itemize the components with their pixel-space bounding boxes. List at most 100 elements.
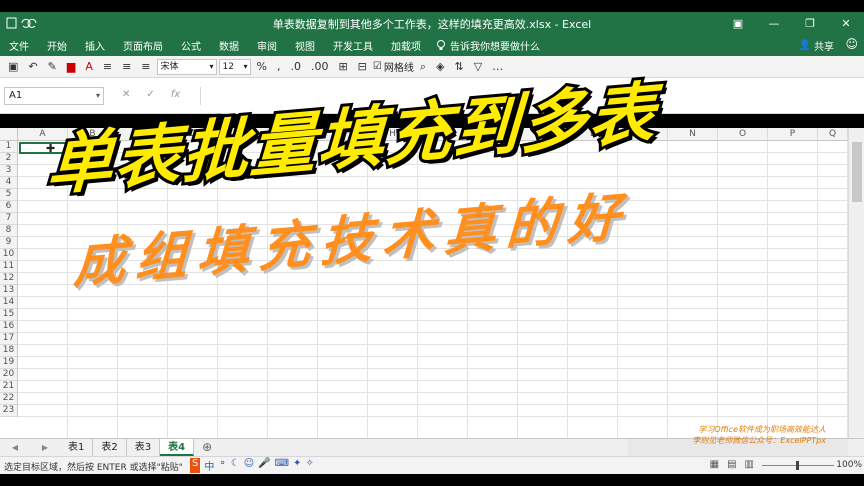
- vertical-scrollbar[interactable]: [848, 128, 864, 438]
- enter-icon[interactable]: ✓: [146, 89, 154, 100]
- gridline-horizontal: [18, 344, 848, 345]
- gridlines-toggle[interactable]: ☑ 网格线: [373, 59, 414, 74]
- borders-icon[interactable]: ⊞: [334, 60, 351, 73]
- sort-icon[interactable]: ⇅: [451, 60, 468, 73]
- sheet-tab-2[interactable]: 表2: [93, 439, 127, 456]
- find-icon[interactable]: ⌕: [416, 60, 430, 74]
- font-size-select[interactable]: 12: [218, 58, 251, 75]
- row-header-17[interactable]: 17: [0, 333, 18, 345]
- ime-emoji-icon: ☺: [243, 458, 255, 469]
- sogou-s-icon: S: [190, 458, 201, 473]
- cancel-icon[interactable]: ✕: [122, 89, 130, 100]
- decrease-decimal-icon[interactable]: .00: [307, 60, 333, 73]
- prev-sheet-icon[interactable]: ◀: [12, 443, 18, 452]
- row-header-6[interactable]: 6: [0, 201, 18, 213]
- row-header-3[interactable]: 3: [0, 165, 18, 177]
- tab-developer[interactable]: 开发工具: [324, 38, 382, 53]
- row-header-20[interactable]: 20: [0, 369, 18, 381]
- letterbox-bottom: [0, 474, 864, 486]
- gridline-horizontal: [18, 296, 848, 297]
- font-name-select[interactable]: 宋体: [156, 58, 217, 75]
- row-header-23[interactable]: 23: [0, 405, 18, 417]
- row-header-2[interactable]: 2: [0, 153, 18, 165]
- gridline-vertical: [367, 141, 368, 438]
- next-sheet-icon[interactable]: ▶: [42, 443, 48, 452]
- row-header-8[interactable]: 8: [0, 225, 18, 237]
- increase-decimal-icon[interactable]: .0: [286, 60, 305, 73]
- row-header-16[interactable]: 16: [0, 321, 18, 333]
- row-header-11[interactable]: 11: [0, 261, 18, 273]
- tell-me-box[interactable]: 告诉我你想要做什么: [430, 38, 540, 53]
- row-header-10[interactable]: 10: [0, 249, 18, 261]
- fill-color-icon[interactable]: ▆: [63, 60, 79, 73]
- tab-addins[interactable]: 加载项: [382, 38, 430, 53]
- more-icon[interactable]: …: [488, 60, 507, 73]
- minimize-button[interactable]: —: [756, 12, 792, 34]
- gridline-horizontal: [18, 416, 848, 417]
- add-sheet-icon[interactable]: ⊕: [194, 439, 220, 456]
- checkbox-icon: ☑: [372, 61, 382, 72]
- scroll-thumb[interactable]: [852, 142, 862, 202]
- ime-punct-icon: ⚬: [218, 458, 227, 469]
- camera-icon[interactable]: ◈: [432, 60, 448, 73]
- page-layout-view-icon[interactable]: ▤: [727, 459, 736, 470]
- tab-file[interactable]: 文件: [0, 38, 38, 53]
- zoom-level[interactable]: 100%: [836, 460, 862, 470]
- ime-moon-icon: ☾: [230, 458, 240, 469]
- align-left-icon[interactable]: ≡: [99, 60, 116, 73]
- normal-view-icon[interactable]: ▦: [710, 459, 719, 470]
- row-header-19[interactable]: 19: [0, 357, 18, 369]
- close-button[interactable]: ✕: [828, 12, 864, 34]
- tab-formulas[interactable]: 公式: [172, 38, 210, 53]
- row-header-22[interactable]: 22: [0, 393, 18, 405]
- save-icon[interactable]: ▣: [4, 60, 22, 73]
- merge-icon[interactable]: ⊟: [354, 60, 371, 73]
- gridline-vertical: [467, 141, 468, 438]
- sheet-tab-3[interactable]: 表3: [127, 439, 161, 456]
- row-header-18[interactable]: 18: [0, 345, 18, 357]
- row-header-7[interactable]: 7: [0, 213, 18, 225]
- row-header-4[interactable]: 4: [0, 177, 18, 189]
- gridlines-label: 网格线: [383, 63, 414, 74]
- row-header-21[interactable]: 21: [0, 381, 18, 393]
- filter-icon[interactable]: ▽: [470, 60, 486, 73]
- restore-button[interactable]: ❐: [792, 12, 828, 34]
- row-header-5[interactable]: 5: [0, 189, 18, 201]
- align-right-icon[interactable]: ≡: [137, 60, 154, 73]
- row-header-15[interactable]: 15: [0, 309, 18, 321]
- ime-toolbar[interactable]: S 中 ⚬ ☾ ☺ 🎤 ⌨ ✦ ✧: [190, 458, 314, 473]
- gridline-horizontal: [18, 308, 848, 309]
- sheet-tab-4[interactable]: 表4: [160, 439, 195, 456]
- ime-mic-icon: 🎤: [258, 458, 271, 469]
- tab-data[interactable]: 数据: [210, 38, 248, 53]
- row-header-1[interactable]: 1: [0, 141, 18, 153]
- gridline-horizontal: [18, 356, 848, 357]
- row-header-13[interactable]: 13: [0, 285, 18, 297]
- zoom-knob[interactable]: [796, 461, 799, 470]
- sheet-tab-1[interactable]: 表1: [60, 439, 94, 456]
- gridline-horizontal: [18, 380, 848, 381]
- tab-insert[interactable]: 插入: [76, 38, 114, 53]
- row-header-9[interactable]: 9: [0, 237, 18, 249]
- ribbon-display-button[interactable]: ▣: [720, 12, 756, 34]
- percent-button[interactable]: %: [253, 60, 271, 73]
- tab-review[interactable]: 审阅: [248, 38, 286, 53]
- page-break-view-icon[interactable]: ▥: [745, 459, 754, 470]
- undo-icon[interactable]: ↶: [24, 60, 41, 73]
- row-header-12[interactable]: 12: [0, 273, 18, 285]
- tab-page-layout[interactable]: 页面布局: [114, 38, 172, 53]
- format-painter-icon[interactable]: ✎: [44, 60, 61, 73]
- zoom-slider[interactable]: [762, 461, 834, 470]
- promo-line-1: 学习Office软件成为职场高效能达人: [698, 425, 826, 434]
- font-color-icon[interactable]: A: [81, 60, 97, 73]
- name-box[interactable]: A1: [4, 87, 104, 105]
- align-center-icon[interactable]: ≡: [118, 60, 135, 73]
- fx-icon[interactable]: fx: [171, 89, 180, 100]
- comma-button[interactable]: ,: [273, 60, 285, 73]
- gridline-horizontal: [18, 392, 848, 393]
- row-header-14[interactable]: 14: [0, 297, 18, 309]
- select-all-corner[interactable]: [0, 128, 18, 141]
- feedback-smile-icon[interactable]: ☺: [845, 37, 858, 51]
- tab-view[interactable]: 视图: [286, 38, 324, 53]
- tab-home[interactable]: 开始: [38, 38, 76, 53]
